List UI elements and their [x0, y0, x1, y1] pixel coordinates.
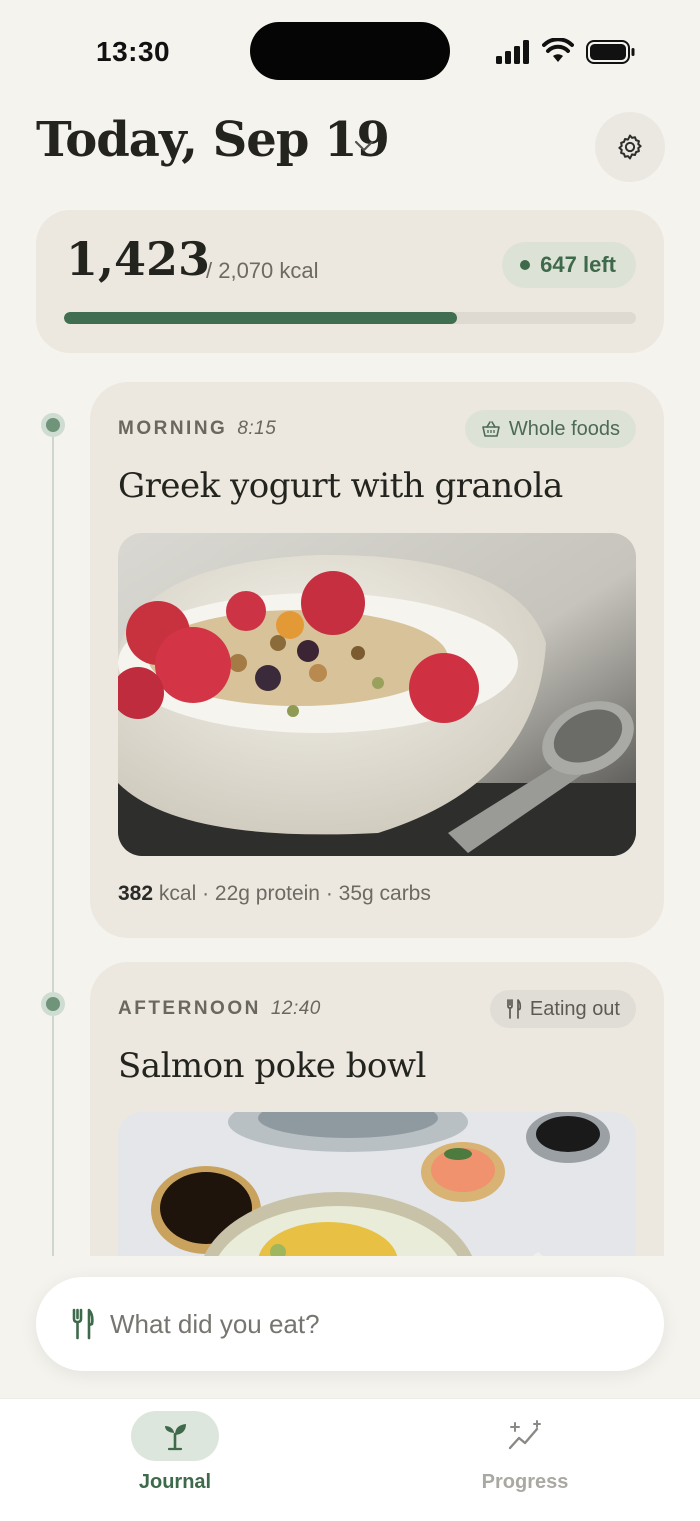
tab-label: Progress: [481, 1471, 569, 1493]
meal-log-composer[interactable]: [36, 1277, 664, 1371]
tab-bar: Journal Progress: [0, 1398, 700, 1521]
meal-tag-label: Eating out: [529, 997, 620, 1020]
meal-title: Salmon poke bowl: [118, 1046, 426, 1086]
meal-macros-detail: kcal · 22g protein · 35g carbs: [158, 882, 431, 905]
tab-icon-container: [481, 1411, 569, 1461]
meal-period-label: MORNING: [118, 418, 228, 439]
cellular-signal-icon: [496, 40, 529, 64]
tab-label: Journal: [138, 1471, 212, 1493]
status-bar: 13:30: [0, 0, 700, 100]
page-title[interactable]: Today, Sep 19: [36, 112, 390, 168]
meal-tag[interactable]: Eating out: [489, 990, 636, 1028]
meal-tag-label: Whole foods: [508, 417, 620, 440]
yogurt-bowl-image: [118, 533, 636, 856]
sprout-icon: [165, 1424, 186, 1451]
basket-icon: [482, 421, 500, 437]
chevron-down-icon[interactable]: [352, 136, 376, 156]
settings-button[interactable]: [595, 112, 665, 182]
timeline-dot: [41, 992, 65, 1016]
meal-card-morning[interactable]: MORNING 8:15 Whole foods Greek yogurt wit…: [90, 382, 664, 938]
meal-macros: 382 kcal · 22g protein · 35g carbs: [118, 882, 431, 906]
meal-time: 8:15: [237, 418, 277, 439]
calorie-progress-fill: [64, 312, 457, 324]
status-dot-icon: [520, 260, 531, 270]
meal-kcal: 382: [118, 882, 154, 905]
fork-knife-icon: [72, 1308, 94, 1340]
timeline-dot: [41, 413, 65, 437]
calorie-summary-card[interactable]: 1,423 / 2,070 kcal 647 left: [36, 210, 664, 353]
meal-period: MORNING 8:15: [118, 418, 276, 440]
dynamic-island: [250, 22, 450, 80]
meal-input[interactable]: [110, 1308, 590, 1340]
meal-photo[interactable]: [118, 533, 636, 856]
meal-period: AFTERNOON 12:40: [118, 998, 321, 1020]
gear-icon: [618, 134, 642, 160]
meal-title: Greek yogurt with granola: [118, 466, 563, 506]
calorie-progress-bar: [64, 312, 636, 324]
tab-journal[interactable]: Journal: [85, 1411, 265, 1507]
tab-progress[interactable]: Progress: [435, 1411, 615, 1507]
calories-consumed: 1,423: [66, 232, 211, 286]
calorie-goal: / 2,070 kcal: [206, 258, 319, 283]
sparkle-chart-icon: [508, 1420, 541, 1450]
fork-knife-icon: [507, 999, 522, 1019]
calories-remaining-label: 647 left: [540, 252, 616, 277]
battery-icon: [586, 40, 635, 64]
tab-icon-container: [131, 1411, 219, 1461]
meal-time: 12:40: [270, 998, 321, 1019]
meal-tag[interactable]: Whole foods: [464, 410, 636, 448]
wifi-icon: [542, 38, 574, 62]
timeline-line: [52, 426, 54, 1256]
meal-period-label: AFTERNOON: [118, 998, 261, 1019]
status-time: 13:30: [96, 36, 171, 67]
calories-remaining-badge: 647 left: [502, 242, 636, 288]
